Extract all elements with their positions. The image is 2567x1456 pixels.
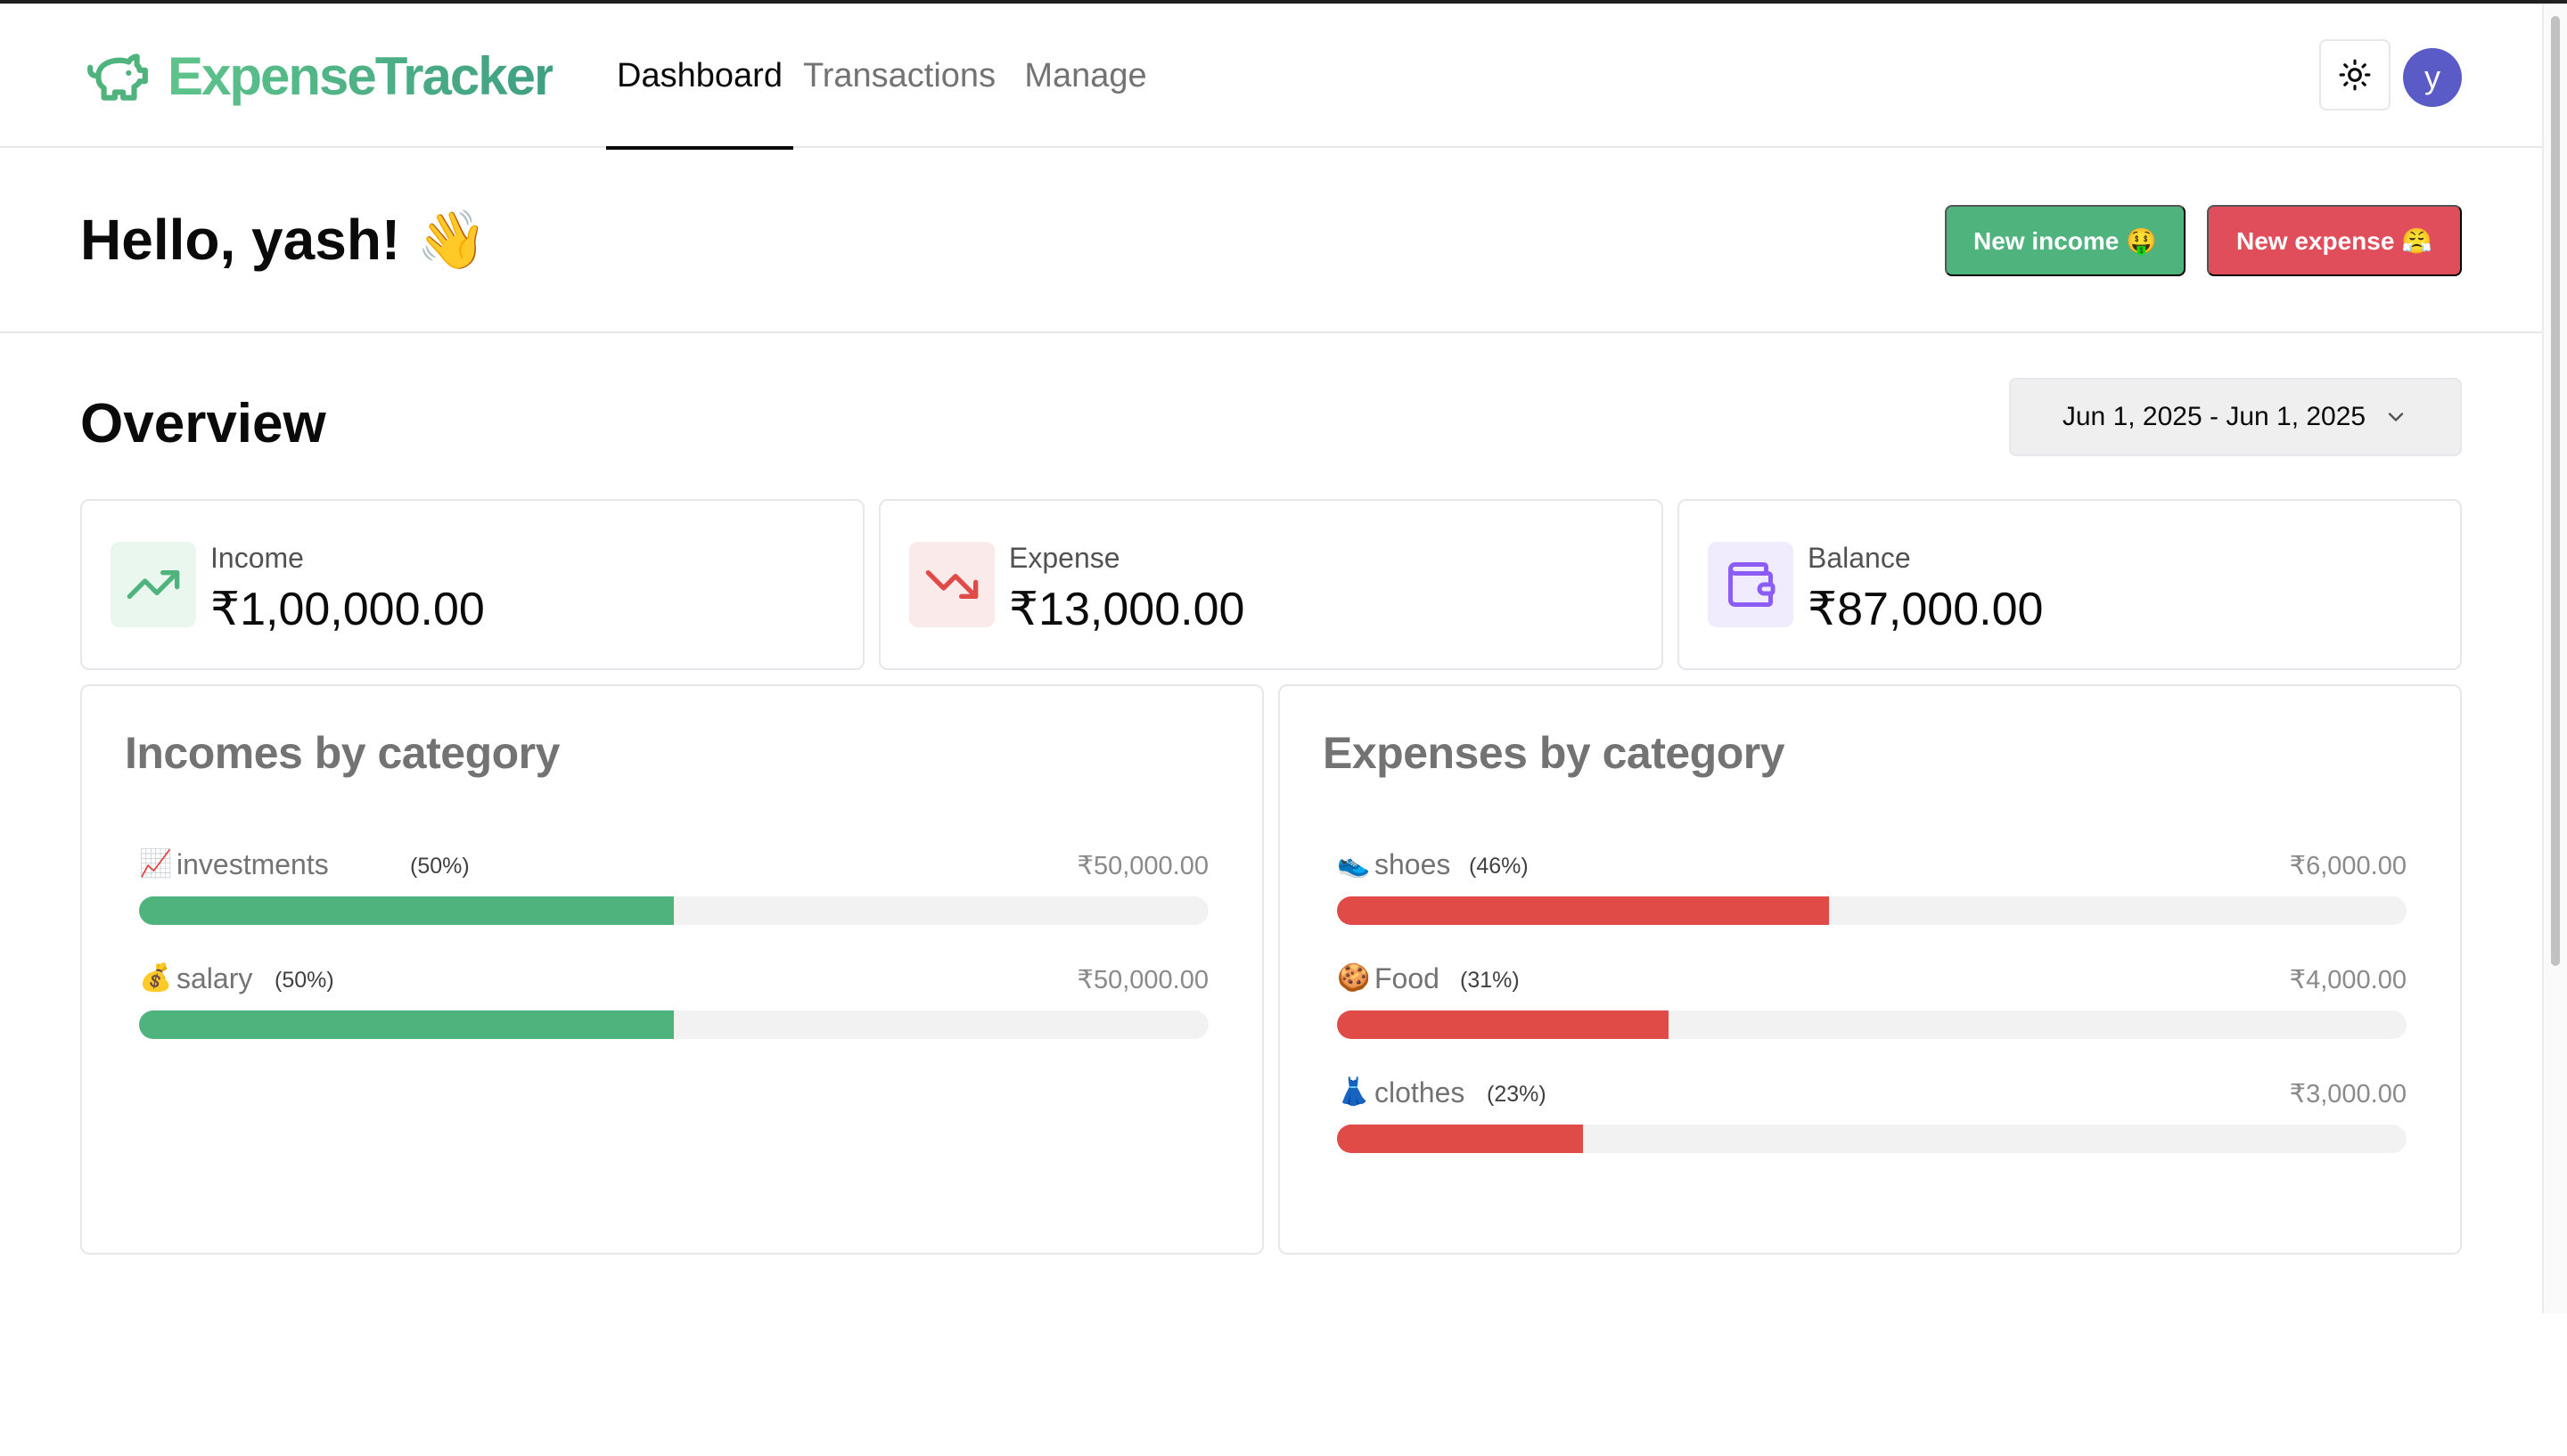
category-emoji: 👟 [1337,848,1371,879]
incomes-by-category-panel: Incomes by category 📈 investments (50%) … [80,684,1264,1255]
wallet-icon [1728,562,1776,607]
new-expense-button[interactable]: New expense 😤 [2207,205,2462,276]
main-nav: Dashboard Transactions Manage [606,4,1166,150]
nav-dashboard[interactable]: Dashboard [606,4,793,150]
top-navbar: ExpenseTracker Dashboard Transactions Ma… [0,4,2542,150]
category-emoji: 🍪 [1337,962,1371,994]
income-stat-card: Income ₹1,00,000.00 [80,499,865,670]
expense-stat-card: Expense ₹13,000.00 [879,499,1663,670]
scrollbar-thumb[interactable] [2551,16,2560,966]
income-stat-value: ₹1,00,000.00 [210,584,485,635]
category-name: salary [176,962,253,994]
brand-name: ExpenseTracker [168,45,554,106]
income-stat-icon-box [111,542,196,627]
expense-category-row: 🍪 Food (31%) ₹4,000.00 [1337,962,2407,1051]
category-amount: ₹3,000.00 [2289,1080,2407,1108]
nav-manage[interactable]: Manage [1005,4,1166,148]
category-name: shoes [1374,848,1451,880]
greeting-bar: Hello, yash! 👋 New income 🤑 New expense … [0,148,2542,333]
income-category-row: 📈 investments (50%) ₹50,000.00 [139,848,1209,937]
category-bar-track [139,896,1209,925]
expenses-by-category-panel: Expenses by category 👟 shoes (46%) ₹6,00… [1278,684,2462,1255]
chevron-down-icon [2388,413,2404,421]
balance-stat-value: ₹87,000.00 [1808,584,2044,635]
greeting-heading: Hello, yash! 👋 [80,208,488,272]
income-category-row: 💰 salary (50%) ₹50,000.00 [139,962,1209,1051]
category-name: investments [176,848,329,880]
category-percent: (46%) [1469,854,1529,879]
category-bar-track [1337,896,2407,925]
category-percent: (23%) [1487,1082,1546,1107]
trending-up-icon [127,570,180,599]
user-avatar[interactable]: y [2403,48,2462,107]
category-name: Food [1374,962,1439,994]
category-emoji: 📈 [139,848,173,879]
category-bar-fill [139,1010,674,1039]
expense-category-row: 👟 shoes (46%) ₹6,000.00 [1337,848,2407,937]
balance-stat-icon-box [1708,542,1793,627]
expenses-panel-title: Expenses by category [1323,728,1785,778]
sun-icon [2339,59,2371,91]
category-bar-track [1337,1125,2407,1153]
page-scrollbar[interactable] [2542,4,2567,1313]
incomes-panel-title: Incomes by category [125,728,560,778]
balance-stat-card: Balance ₹87,000.00 [1677,499,2462,670]
category-emoji: 👗 [1337,1076,1371,1108]
expense-category-row: 👗 clothes (23%) ₹3,000.00 [1337,1076,2407,1166]
expense-stat-value: ₹13,000.00 [1009,584,1245,635]
category-bar-track [139,1010,1209,1039]
category-percent: (50%) [275,968,334,993]
expense-stat-label: Expense [1009,542,1120,574]
piggy-bank-icon [87,53,148,101]
category-amount: ₹50,000.00 [1077,966,1209,994]
balance-stat-label: Balance [1808,542,1911,574]
date-range-picker[interactable]: Jun 1, 2025 - Jun 1, 2025 [2009,378,2462,456]
nav-transactions[interactable]: Transactions [800,4,998,148]
category-name: clothes [1374,1076,1465,1108]
income-stat-label: Income [210,542,304,574]
category-amount: ₹4,000.00 [2289,966,2407,994]
new-income-button[interactable]: New income 🤑 [1945,205,2186,276]
category-emoji: 💰 [139,962,173,994]
trending-down-icon [925,570,979,599]
category-bar-fill [139,896,674,925]
brand-logo[interactable]: ExpenseTracker [80,43,554,109]
expense-stat-icon-box [909,542,995,627]
theme-toggle-button[interactable] [2319,39,2391,110]
category-percent: (50%) [410,854,470,879]
category-bar-fill [1337,1125,1583,1153]
category-bar-fill [1337,1010,1669,1039]
category-amount: ₹6,000.00 [2289,852,2407,880]
category-bar-fill [1337,896,1829,925]
date-range-label: Jun 1, 2025 - Jun 1, 2025 [2062,402,2366,431]
category-amount: ₹50,000.00 [1077,852,1209,880]
category-percent: (31%) [1460,968,1520,993]
overview-title: Overview [80,393,326,454]
category-bar-track [1337,1010,2407,1039]
